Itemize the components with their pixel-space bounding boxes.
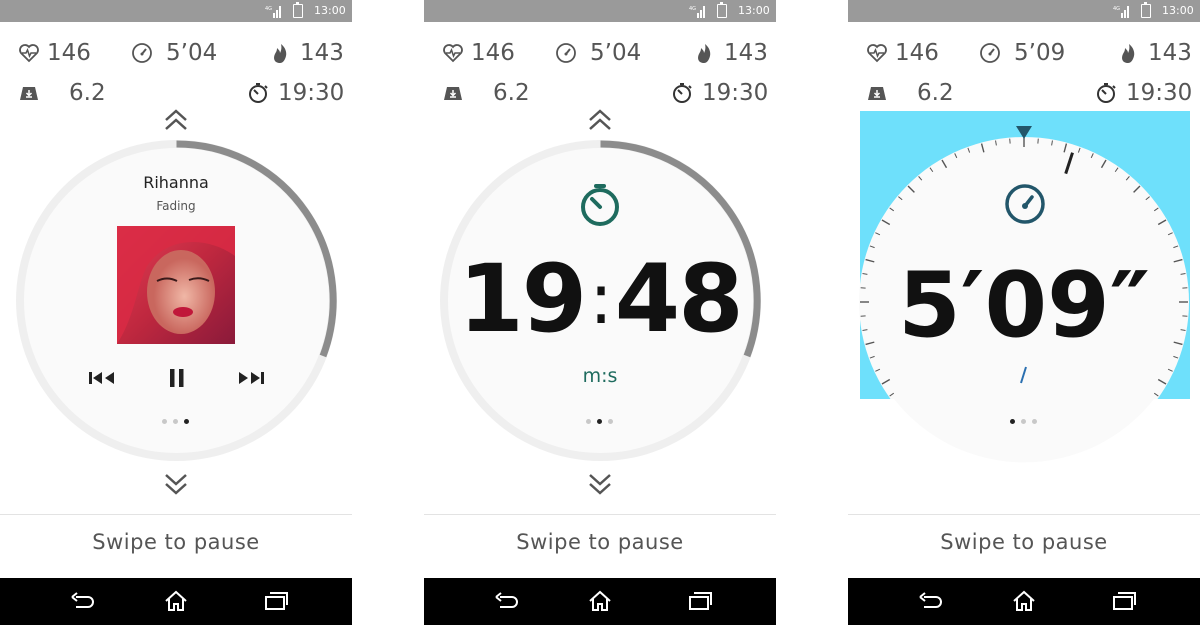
home-icon[interactable] bbox=[162, 589, 190, 613]
distance-value: 6.2 bbox=[493, 80, 530, 106]
page-dot bbox=[162, 419, 167, 424]
status-bar: 4G 13:00 bbox=[424, 0, 776, 22]
target-pace-marker bbox=[1016, 126, 1032, 139]
swipe-to-pause[interactable]: Swipe to pause bbox=[0, 530, 352, 554]
battery-icon bbox=[717, 2, 727, 18]
track-title: Fading bbox=[156, 199, 196, 213]
heart-rate-value: 146 bbox=[47, 40, 91, 66]
timer-separator: : bbox=[589, 258, 613, 340]
distance-stat: 6.2 bbox=[17, 78, 127, 108]
duration-stat: 19:30 bbox=[246, 78, 352, 108]
flame-icon bbox=[698, 44, 711, 63]
calories-stat: 143 bbox=[268, 38, 352, 68]
next-track-button[interactable] bbox=[236, 366, 266, 390]
status-bar: 4G 13:00 bbox=[0, 0, 352, 22]
recent-apps-icon[interactable] bbox=[686, 589, 714, 613]
signal-icon: 4G bbox=[265, 6, 281, 18]
chevron-double-down-icon[interactable] bbox=[586, 472, 614, 498]
heart-rate-stat: 146 bbox=[17, 38, 127, 68]
album-art[interactable] bbox=[117, 226, 235, 344]
back-icon[interactable] bbox=[68, 589, 96, 613]
speedometer-icon bbox=[556, 43, 576, 63]
timer-screen: 4G 13:00 146 5’04 143 6.2 19:30 19:48 m:… bbox=[424, 0, 776, 625]
page-dot bbox=[1021, 419, 1026, 424]
stopwatch-icon bbox=[581, 184, 619, 226]
page-dot bbox=[608, 419, 613, 424]
page-dot bbox=[1032, 419, 1037, 424]
navigation-bar bbox=[0, 578, 352, 625]
divider bbox=[424, 514, 776, 515]
timer-minutes: 19 bbox=[458, 245, 587, 354]
timer-unit: m:s bbox=[582, 365, 618, 387]
distance-icon bbox=[20, 87, 38, 100]
music-screen: 4G 13:00 146 5’04 143 6.2 19:30 Rihanna … bbox=[0, 0, 352, 625]
divider bbox=[0, 514, 352, 515]
home-icon[interactable] bbox=[586, 589, 614, 613]
page-dot bbox=[586, 419, 591, 424]
chevron-double-up-icon[interactable] bbox=[162, 106, 190, 132]
chevron-double-up-icon[interactable] bbox=[586, 106, 614, 132]
swipe-to-pause[interactable]: Swipe to pause bbox=[848, 530, 1200, 554]
signal-icon: 4G bbox=[689, 6, 705, 18]
swipe-to-pause[interactable]: Swipe to pause bbox=[424, 530, 776, 554]
svg-text:4G: 4G bbox=[265, 6, 272, 12]
status-time: 13:00 bbox=[738, 4, 770, 17]
page-dot-active bbox=[1010, 419, 1015, 424]
chevron-double-down-icon[interactable] bbox=[162, 472, 190, 498]
flame-icon bbox=[274, 44, 287, 63]
duration-value: 19:30 bbox=[702, 80, 769, 106]
pause-button[interactable] bbox=[162, 366, 192, 390]
pace-gauge-value: 5′09″ bbox=[898, 253, 1150, 358]
timer-seconds: 48 bbox=[614, 245, 744, 354]
calories-value: 143 bbox=[300, 40, 344, 66]
page-indicator bbox=[1010, 419, 1040, 427]
elapsed-time: 19:48 bbox=[424, 250, 776, 357]
heart-rate-icon bbox=[19, 44, 39, 63]
duration-value: 19:30 bbox=[278, 80, 345, 106]
pace-stat: 5’04 bbox=[130, 38, 240, 68]
recent-apps-icon[interactable] bbox=[262, 589, 290, 613]
recent-apps-icon[interactable] bbox=[1110, 589, 1138, 613]
stopwatch-icon bbox=[249, 83, 268, 103]
svg-text:4G: 4G bbox=[689, 6, 696, 12]
calories-stat: 143 bbox=[692, 38, 776, 68]
heart-rate-value: 146 bbox=[471, 40, 515, 66]
speedometer-icon bbox=[132, 43, 152, 63]
pace-value: 5’04 bbox=[166, 40, 218, 66]
navigation-bar bbox=[424, 578, 776, 625]
speedometer-icon bbox=[1005, 184, 1045, 224]
previous-track-button[interactable] bbox=[87, 366, 117, 390]
duration-stat: 19:30 bbox=[670, 78, 776, 108]
calories-value: 143 bbox=[724, 40, 768, 66]
pace-value: 5’04 bbox=[590, 40, 642, 66]
page-dot-active bbox=[597, 419, 602, 424]
page-dot bbox=[173, 419, 178, 424]
home-icon[interactable] bbox=[1010, 589, 1038, 613]
back-icon[interactable] bbox=[916, 589, 944, 613]
page-indicator bbox=[162, 419, 192, 427]
stopwatch-icon bbox=[673, 83, 692, 103]
divider bbox=[848, 514, 1200, 515]
back-icon[interactable] bbox=[492, 589, 520, 613]
artist-name: Rihanna bbox=[143, 173, 209, 192]
page-dot-active bbox=[184, 419, 189, 424]
page-indicator bbox=[586, 419, 616, 427]
heart-rate-icon bbox=[443, 44, 463, 63]
battery-icon bbox=[293, 2, 303, 18]
pace-stat: 5’04 bbox=[554, 38, 664, 68]
distance-value: 6.2 bbox=[69, 80, 106, 106]
heart-rate-stat: 146 bbox=[441, 38, 551, 68]
navigation-bar bbox=[848, 578, 1200, 625]
status-time: 13:00 bbox=[314, 4, 346, 17]
pace-screen: 4G 13:00 146 5’09 143 6.2 19:30 5′09″ Sw… bbox=[848, 0, 1200, 625]
pace-dial-lower bbox=[894, 399, 1154, 463]
distance-icon bbox=[444, 87, 462, 100]
distance-stat: 6.2 bbox=[441, 78, 551, 108]
